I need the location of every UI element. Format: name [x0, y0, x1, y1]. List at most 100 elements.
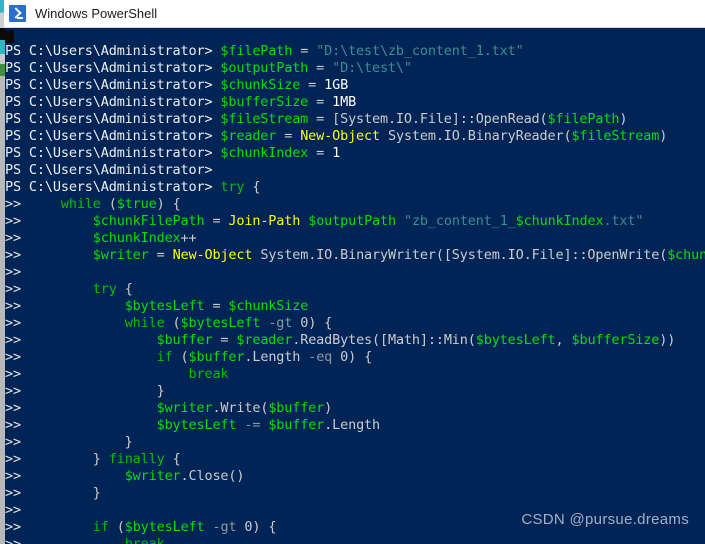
token-default [21, 400, 157, 416]
continuation-prompt: >> [5, 332, 21, 348]
token-var: $fileStream [571, 128, 660, 144]
token-default [21, 196, 61, 212]
token-default: { [244, 179, 261, 195]
token-var: $buffer [188, 349, 245, 365]
continuation-prompt: >> [5, 298, 21, 314]
token-default: = [212, 332, 237, 348]
token-number: 1GB [324, 77, 349, 93]
console-cursor [5, 30, 14, 43]
edge-segment-grey-upper [0, 54, 5, 64]
token-keyword: if [92, 519, 109, 535]
token-default: ) [324, 400, 333, 416]
continuation-prompt: >> [5, 536, 21, 544]
command-prompt: PS C:\Users\Administrator> [5, 77, 213, 93]
console-line: >> } [5, 383, 705, 400]
token-default [21, 366, 189, 382]
token-var: $buffer [268, 400, 325, 416]
token-default: System.IO.BinaryReader( [379, 128, 572, 144]
token-var: $outputPath [308, 213, 396, 229]
console-line: >> while ($true) { [5, 196, 705, 213]
continuation-prompt: >> [5, 400, 21, 416]
token-default: = [148, 247, 173, 263]
powershell-window: Windows PowerShell PS C:\Users\Administr… [0, 0, 705, 544]
token-var: $writer [156, 400, 213, 416]
edge-segment-grey-lower [0, 76, 5, 544]
token-var: $writer [92, 247, 149, 263]
token-keyword: if [156, 349, 173, 365]
token-cmdlet: Join-Path [228, 213, 301, 229]
token-default [21, 519, 93, 535]
token-default [21, 281, 93, 297]
command-prompt: PS C:\Users\Administrator> [5, 43, 213, 59]
token-default: = [300, 77, 325, 93]
token-var: $bytesLeft [180, 315, 261, 331]
token-default: .Close() [180, 468, 245, 484]
token-default: = [276, 128, 301, 144]
token-cmdlet: New-Object [300, 128, 380, 144]
edge-segment-green [0, 64, 5, 76]
token-default: .ReadBytes([Math]::Min( [292, 332, 476, 348]
edge-segment-cyan [0, 40, 5, 54]
window-title: Windows PowerShell [35, 5, 158, 21]
token-keyword: try [220, 179, 245, 195]
console-line: >> $writer = New-Object System.IO.Binary… [5, 247, 705, 264]
token-default: ( [172, 349, 189, 365]
token-default: 0) { [236, 519, 277, 535]
token-default: = [308, 60, 333, 76]
token-default: = [308, 145, 333, 161]
token-default: ) [659, 128, 668, 144]
console-line: >> try { [5, 281, 705, 298]
token-default: ( [100, 196, 117, 212]
token-cmdlet: New-Object [172, 247, 253, 263]
console-line: PS C:\Users\Administrator> $reader = New… [5, 128, 705, 145]
token-var: $reader [220, 128, 277, 144]
token-var: $outputPath [220, 60, 309, 76]
token-default: .Length [324, 417, 381, 433]
console-line: >> $bytesLeft -= $buffer.Length [5, 417, 705, 434]
continuation-prompt: >> [5, 366, 21, 382]
console-line: >> $chunkIndex++ [5, 230, 705, 247]
continuation-prompt: >> [5, 485, 21, 501]
console-line: >> while ($bytesLeft -gt 0) { [5, 315, 705, 332]
token-default: .Length [244, 349, 309, 365]
token-var: $filePath [547, 111, 620, 127]
token-keyword: break [188, 366, 229, 382]
token-var: $chunkFilePath [667, 247, 705, 263]
token-default: )) [659, 332, 676, 348]
console-line: PS C:\Users\Administrator> $fileStream =… [5, 111, 705, 128]
token-default: 0) { [292, 315, 333, 331]
token-var: $chunkIndex [220, 145, 309, 161]
token-default [21, 349, 157, 365]
token-var: $bytesLeft [124, 298, 205, 314]
token-var: $buffer [268, 417, 325, 433]
token-string: .txt" [603, 213, 644, 229]
token-operator: -gt [268, 315, 293, 331]
token-default: ( [164, 315, 181, 331]
powershell-icon [9, 5, 26, 22]
token-var: $bufferSize [220, 94, 309, 110]
token-operator: -= [244, 417, 261, 433]
console-line: >> $bytesLeft = $chunkSize [5, 298, 705, 315]
continuation-prompt: >> [5, 349, 21, 365]
token-var: $true [116, 196, 157, 212]
token-var: $writer [124, 468, 181, 484]
continuation-prompt: >> [5, 417, 21, 433]
token-var: $filePath [220, 43, 293, 59]
console-output-area[interactable]: PS C:\Users\Administrator> $filePath = "… [0, 28, 705, 544]
console-line: >> } [5, 434, 705, 451]
token-default: = [308, 111, 333, 127]
token-default: ++ [180, 230, 197, 246]
continuation-prompt: >> [5, 196, 21, 212]
token-default: [System.IO.File]::OpenRead( [332, 111, 548, 127]
token-default: 0) { [332, 349, 373, 365]
token-default: { [116, 281, 133, 297]
continuation-prompt: >> [5, 502, 21, 518]
command-prompt: PS C:\Users\Administrator> [5, 162, 213, 178]
command-prompt: PS C:\Users\Administrator> [5, 60, 213, 76]
token-default [21, 536, 125, 544]
token-number: 1 [332, 145, 341, 161]
token-operator: -gt [212, 519, 237, 535]
token-default: = [204, 298, 229, 314]
token-var: $bufferSize [571, 332, 660, 348]
console-line: PS C:\Users\Administrator> try { [5, 179, 705, 196]
